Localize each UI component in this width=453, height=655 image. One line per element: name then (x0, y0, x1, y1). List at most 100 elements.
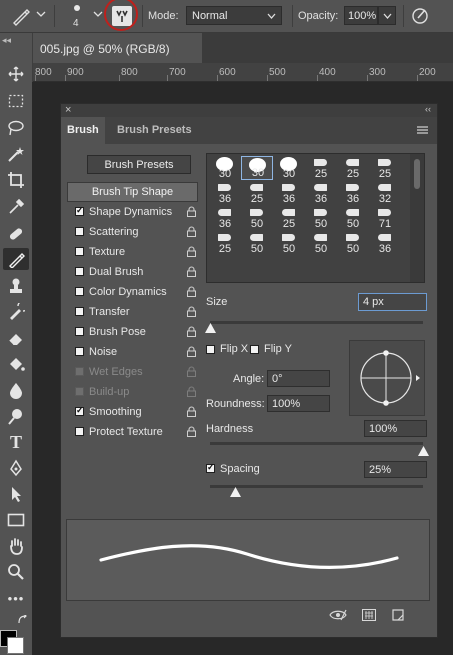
brush-tip-cell[interactable]: 50 (305, 231, 337, 255)
spacing-slider-track[interactable] (210, 485, 423, 488)
healing-brush-tool-icon[interactable] (3, 223, 29, 245)
lock-icon[interactable] (187, 206, 196, 217)
brush-tip-cell[interactable]: 25 (305, 156, 337, 180)
brush-option-item[interactable]: Noise (67, 343, 198, 362)
flip-y-checkbox[interactable] (250, 345, 259, 354)
brush-option-item[interactable]: Shape Dynamics (67, 203, 198, 222)
lock-icon[interactable] (187, 306, 196, 317)
option-checkbox[interactable] (75, 205, 84, 216)
new-brush-icon[interactable] (392, 609, 404, 621)
hardness-slider-thumb[interactable] (417, 446, 429, 456)
brush-grid-scrollbar[interactable] (410, 154, 424, 282)
magic-wand-tool-icon[interactable] (3, 143, 29, 165)
brush-tip-cell[interactable]: 25 (337, 156, 369, 180)
option-checkbox[interactable] (75, 347, 84, 356)
brush-tip-cell[interactable]: 25 (241, 181, 273, 205)
scrollbar-thumb[interactable] (414, 159, 420, 189)
brush-option-item[interactable]: Texture (67, 243, 198, 262)
chevron-down-icon[interactable] (36, 9, 46, 19)
brush-tip-cell[interactable]: 30 (241, 156, 273, 180)
hand-tool-icon[interactable] (3, 535, 29, 557)
brush-tip-cell[interactable]: 50 (305, 206, 337, 230)
brush-tip-cell[interactable]: 30 (209, 156, 241, 180)
move-tool-icon[interactable] (3, 63, 29, 85)
background-color-swatch[interactable] (7, 637, 24, 654)
type-tool-icon[interactable]: T (3, 431, 29, 453)
brush-option-item[interactable]: Transfer (67, 303, 198, 322)
lock-icon[interactable] (187, 426, 196, 437)
document-tab[interactable]: 005.jpg @ 50% (RGB/8) (32, 33, 202, 63)
brush-presets-button[interactable]: Brush Presets (87, 155, 191, 174)
brush-tip-cell[interactable]: 50 (273, 231, 305, 255)
angle-field[interactable]: 0° (267, 370, 330, 387)
close-icon[interactable]: × (65, 104, 71, 116)
size-slider-track[interactable] (210, 321, 423, 324)
lock-icon[interactable] (187, 286, 196, 297)
marquee-tool-icon[interactable] (3, 90, 29, 112)
brush-tip-shape-item[interactable]: Brush Tip Shape (67, 182, 198, 202)
option-checkbox[interactable] (75, 327, 84, 336)
brush-tip-cell[interactable]: 50 (241, 206, 273, 230)
option-checkbox[interactable] (75, 307, 84, 316)
tab-brush[interactable]: Brush (61, 117, 105, 144)
lock-icon[interactable] (187, 406, 196, 417)
brush-tip-cell[interactable]: 36 (209, 206, 241, 230)
eraser-tool-icon[interactable] (3, 327, 29, 349)
brush-option-item[interactable]: Smoothing (67, 403, 198, 422)
brush-tool-icon[interactable] (10, 5, 32, 27)
size-slider-thumb[interactable] (204, 323, 216, 333)
brush-tip-cell[interactable]: 50 (241, 231, 273, 255)
option-checkbox[interactable] (75, 287, 84, 296)
roundness-field[interactable]: 100% (267, 395, 330, 412)
brush-tip-cell[interactable]: 36 (337, 181, 369, 205)
size-field[interactable]: 4 px (358, 293, 427, 311)
blur-tool-icon[interactable] (3, 379, 29, 401)
chevron-down-icon[interactable] (93, 9, 103, 19)
brush-grid-icon[interactable] (362, 609, 376, 621)
brush-tip-cell[interactable]: 25 (369, 156, 401, 180)
opacity-dropdown[interactable] (378, 6, 396, 25)
spacing-field[interactable]: 25% (364, 461, 427, 478)
brush-tip-cell[interactable]: 32 (369, 181, 401, 205)
brush-tip-cell[interactable]: 50 (337, 206, 369, 230)
brush-tip-cell[interactable]: 25 (209, 231, 241, 255)
swap-colors-icon[interactable] (18, 613, 28, 625)
brush-option-item[interactable]: Scattering (67, 223, 198, 242)
panel-menu-icon[interactable] (417, 125, 428, 135)
lock-icon[interactable] (187, 346, 196, 357)
spacing-slider-thumb[interactable] (230, 487, 242, 497)
option-checkbox[interactable] (75, 247, 84, 256)
brush-tip-cell[interactable]: 36 (369, 231, 401, 255)
brush-tip-cell[interactable]: 50 (337, 231, 369, 255)
zoom-tool-icon[interactable] (3, 561, 29, 583)
panel-title-bar[interactable]: × ‹‹ (61, 104, 437, 117)
brush-option-item[interactable]: Dual Brush (67, 263, 198, 282)
eyedropper-tool-icon[interactable] (3, 196, 29, 218)
brush-tip-cell[interactable]: 30 (273, 156, 305, 180)
rectangle-tool-icon[interactable] (3, 509, 29, 531)
option-checkbox[interactable] (75, 427, 84, 436)
brush-tip-cell[interactable]: 25 (273, 206, 305, 230)
brush-option-item[interactable]: Brush Pose (67, 323, 198, 342)
brush-tip-cell[interactable]: 36 (273, 181, 305, 205)
brush-tip-grid[interactable]: 30 30 30 25 25 25 36 25 36 36 36 32 36 50 25 50 50 71 25 50… (206, 153, 425, 283)
toggle-live-tip-preview-icon[interactable] (329, 609, 347, 621)
history-brush-tool-icon[interactable] (3, 301, 29, 323)
lock-icon[interactable] (187, 266, 196, 277)
lock-icon[interactable] (187, 226, 196, 237)
option-checkbox[interactable] (75, 405, 84, 416)
hardness-field[interactable]: 100% (364, 420, 427, 437)
brush-tip-cell[interactable]: 71 (369, 206, 401, 230)
lock-icon[interactable] (187, 246, 196, 257)
option-checkbox[interactable] (75, 227, 84, 236)
mode-select[interactable]: Normal (186, 6, 282, 25)
brush-tool-icon[interactable] (3, 248, 29, 270)
clone-stamp-tool-icon[interactable] (3, 275, 29, 297)
brush-option-item[interactable]: Protect Texture (67, 423, 198, 442)
dodge-tool-icon[interactable] (3, 405, 29, 427)
crop-tool-icon[interactable] (3, 169, 29, 191)
angle-roundness-preview[interactable] (349, 340, 425, 416)
more-tools-icon[interactable]: ••• (3, 587, 29, 609)
pressure-opacity-icon[interactable] (410, 6, 430, 26)
lock-icon[interactable] (187, 326, 196, 337)
